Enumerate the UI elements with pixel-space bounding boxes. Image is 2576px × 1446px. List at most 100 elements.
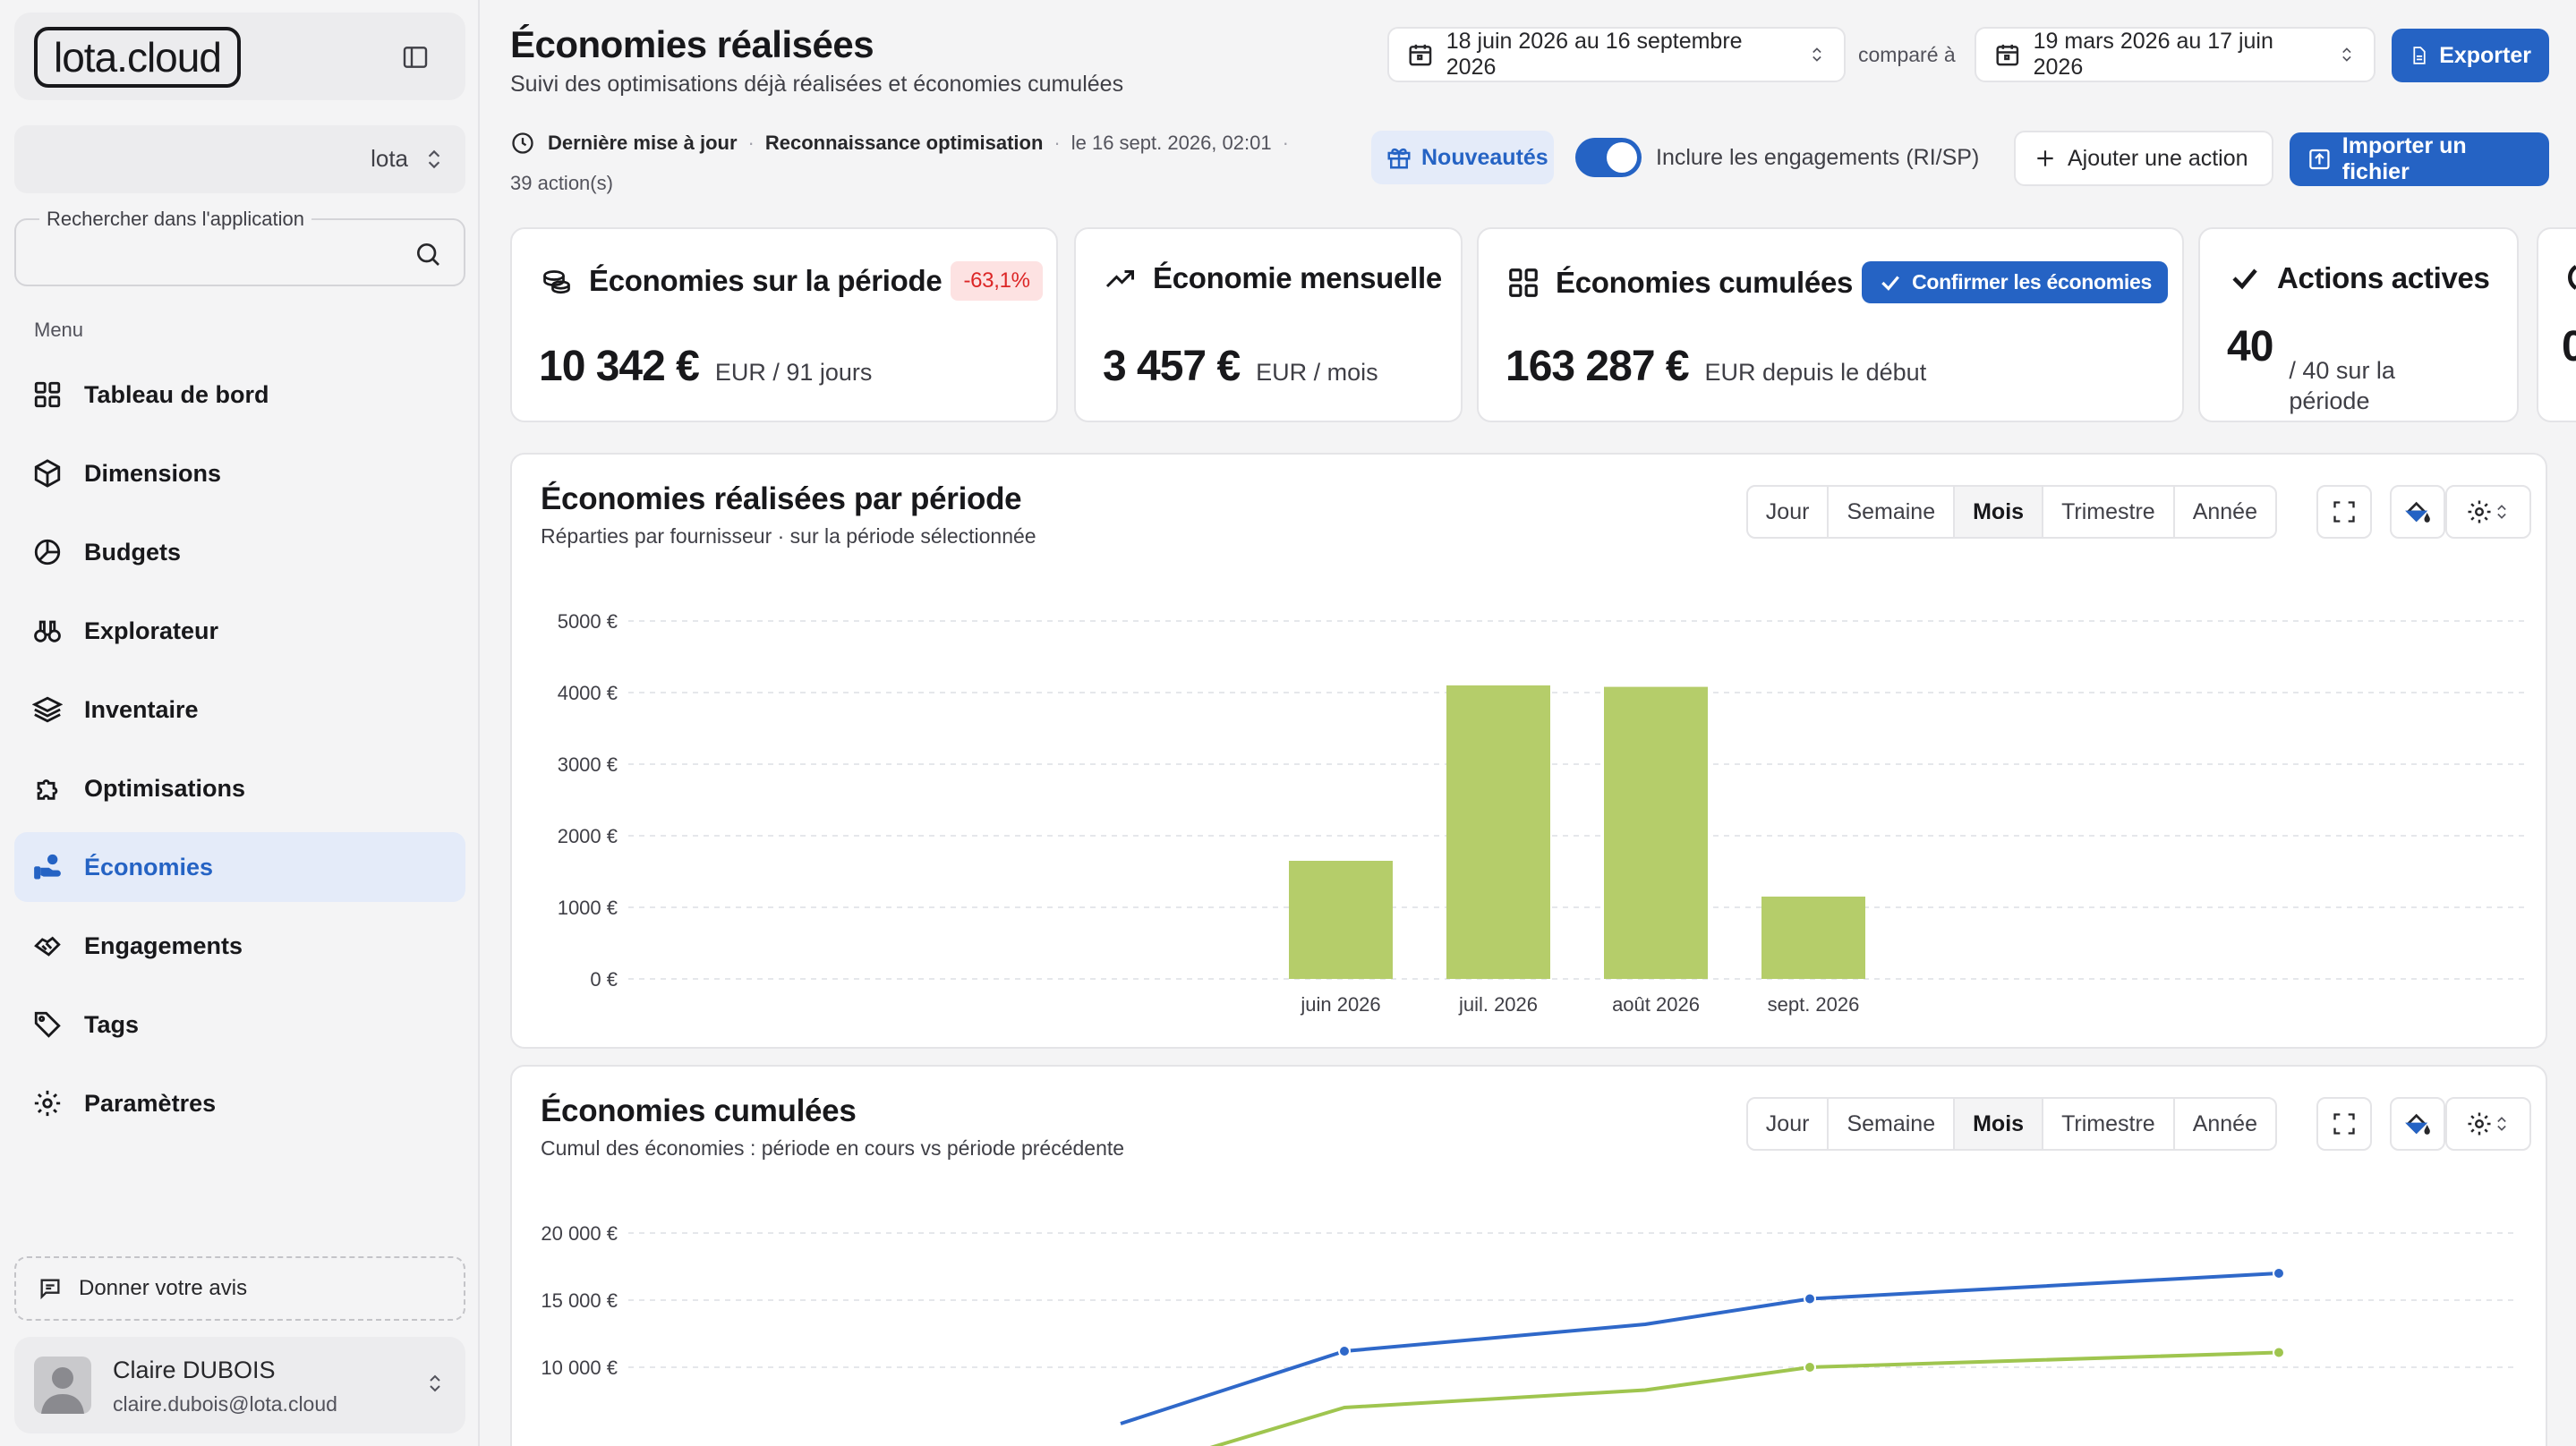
- x-tick-label: août 2026: [1612, 993, 1700, 1016]
- sidebar-item-settings[interactable]: Paramètres: [14, 1068, 465, 1138]
- import-file-button[interactable]: Importer un fichier: [2290, 132, 2549, 186]
- partial-icon: [2568, 265, 2576, 290]
- coins-icon: [543, 270, 570, 294]
- last-update-label: Dernière mise à jour: [548, 132, 738, 154]
- kpi-cumulative-savings: Économies cumulées Confirmer les économi…: [1477, 227, 2184, 422]
- search-input[interactable]: [34, 238, 392, 270]
- sidebar: lota.cloud lota Rechercher dans l'applic…: [0, 0, 480, 1446]
- sidebar-item-label: Optimisations: [84, 774, 246, 802]
- avatar: [34, 1357, 91, 1414]
- y-tick-label: 0 €: [590, 968, 618, 991]
- file-icon: [2413, 47, 2426, 64]
- kpi-unit: EUR depuis le début: [1704, 359, 1927, 386]
- sidebar-item-label: Budgets: [84, 538, 181, 566]
- bar-chart: 0 € 1000 € 2000 € 3000 € 4000 € 5000 € juin 20…: [558, 610, 2528, 1016]
- kpi-monthly-savings: Économie mensuelle 3 457 € EUR / mois: [1074, 227, 1463, 422]
- x-tick-label: juin 2026: [1300, 993, 1380, 1016]
- search-label: Rechercher dans l'application: [39, 208, 311, 231]
- sidebar-item-commitments[interactable]: Engagements: [14, 911, 465, 981]
- handshake-icon: [34, 936, 61, 957]
- cube-icon: [34, 459, 61, 488]
- period-picker[interactable]: 18 juin 2026 au 16 septembre 2026: [1387, 27, 1846, 82]
- kpi-title: Économie mensuelle: [1153, 261, 1442, 294]
- bar: [1761, 897, 1865, 979]
- binoculars-icon: [34, 620, 61, 642]
- compare-period-picker[interactable]: 19 mars 2026 au 17 juin 2026: [1975, 27, 2376, 82]
- sidebar-item-budgets[interactable]: Budgets: [14, 517, 465, 587]
- series-point: [2273, 1267, 2285, 1280]
- kpi-value: 3 457 €: [1103, 343, 1241, 390]
- puzzle-icon: [37, 779, 58, 800]
- sidebar-item-label: Inventaire: [84, 695, 199, 723]
- news-button[interactable]: Nouveautés: [1371, 131, 1554, 184]
- period-value: 18 juin 2026 au 16 septembre 2026: [1446, 29, 1743, 80]
- bar: [1446, 685, 1550, 979]
- sidebar-toggle-icon[interactable]: [401, 43, 430, 72]
- chevron-up-down-icon: [422, 147, 446, 172]
- kpi-partial-card: 0: [2537, 227, 2576, 422]
- feedback-label: Donner votre avis: [79, 1276, 248, 1300]
- clock-icon: [512, 132, 533, 154]
- sidebar-item-explorer[interactable]: Explorateur: [14, 596, 465, 666]
- export-button[interactable]: Exporter: [2392, 29, 2549, 82]
- compare-label: comparé à: [1858, 43, 1956, 66]
- logo[interactable]: lota.cloud: [34, 27, 241, 88]
- gift-icon: [1387, 148, 1411, 169]
- kpi-unit: EUR / mois: [1256, 359, 1378, 386]
- feedback-button[interactable]: Donner votre avis: [14, 1256, 465, 1321]
- sidebar-item-label: Tags: [84, 1010, 140, 1038]
- grid-icon: [34, 381, 61, 408]
- update-source: Reconnaissance optimisation: [764, 132, 1044, 154]
- calendar-icon: [1996, 44, 2019, 66]
- y-tick-label: 5000 €: [558, 610, 618, 633]
- sidebar-item-dimensions[interactable]: Dimensions: [14, 438, 465, 508]
- sidebar-item-savings[interactable]: Économies: [14, 832, 465, 902]
- user-menu[interactable]: Claire DUBOIS claire.dubois@lota.cloud: [14, 1337, 465, 1433]
- confirm-savings-button[interactable]: Confirmer les économies: [1862, 261, 2168, 303]
- org-name: lota: [371, 145, 408, 172]
- kpi-value: 163 287 €: [1506, 343, 1690, 390]
- tag-icon: [34, 1011, 61, 1038]
- last-update-info: Dernière mise à jour · Reconnaissance op…: [510, 131, 1300, 156]
- menu-label: Menu: [34, 319, 84, 341]
- sidebar-item-tags[interactable]: Tags: [14, 990, 465, 1059]
- kpi-active-actions: Actions actives 40 / 40 sur la période: [2198, 227, 2519, 422]
- series-point: [1804, 1361, 1816, 1374]
- plus-icon: [2037, 150, 2053, 166]
- add-action-button[interactable]: Ajouter une action: [2014, 131, 2273, 186]
- sidebar-item-label: Explorateur: [84, 617, 219, 644]
- kpi-value: 40: [2227, 323, 2273, 370]
- org-selector[interactable]: lota: [14, 125, 465, 193]
- sidebar-item-optimizations[interactable]: Optimisations: [14, 753, 465, 823]
- kpi-unit: / 40 sur la période: [2289, 357, 2395, 414]
- page-subtitle: Suivi des optimisations déjà réalisées e…: [510, 72, 1124, 97]
- series-point: [2273, 1346, 2285, 1359]
- series-point: [1338, 1345, 1351, 1357]
- trending-up-icon: [1105, 270, 1134, 288]
- series-point: [1804, 1292, 1816, 1306]
- chevron-up-down-icon: [424, 1371, 446, 1396]
- grid-icon: [1509, 268, 1538, 297]
- confirm-savings-label: Confirmer les économies: [1912, 270, 2152, 293]
- add-action-label: Ajouter une action: [2068, 145, 2248, 171]
- sidebar-item-dashboard[interactable]: Tableau de bord: [14, 360, 465, 430]
- user-name: Claire DUBOIS: [113, 1357, 276, 1383]
- pie-chart-icon: [34, 539, 61, 566]
- action-count: 39 action(s): [510, 172, 613, 194]
- series-line: [1120, 1272, 2280, 1425]
- x-tick-label: sept. 2026: [1768, 993, 1860, 1016]
- search-box: Rechercher dans l'application: [14, 208, 465, 286]
- y-tick-label: 15 000 €: [541, 1289, 618, 1312]
- kpi-value: 0: [2562, 323, 2576, 370]
- search-icon[interactable]: [414, 240, 442, 268]
- bar: [1289, 861, 1393, 979]
- brand-header: lota.cloud: [14, 13, 465, 100]
- import-file-label: Importer un fichier: [2341, 133, 2467, 184]
- sidebar-item-inventory[interactable]: Inventaire: [14, 675, 465, 744]
- include-commitments-toggle[interactable]: [1575, 138, 1642, 177]
- y-tick-label: 4000 €: [558, 682, 618, 704]
- y-tick-label: 1000 €: [558, 897, 618, 919]
- change-badge: -63,1%: [951, 261, 1043, 301]
- check-icon: [2232, 268, 2257, 290]
- calendar-icon: [1409, 44, 1432, 66]
